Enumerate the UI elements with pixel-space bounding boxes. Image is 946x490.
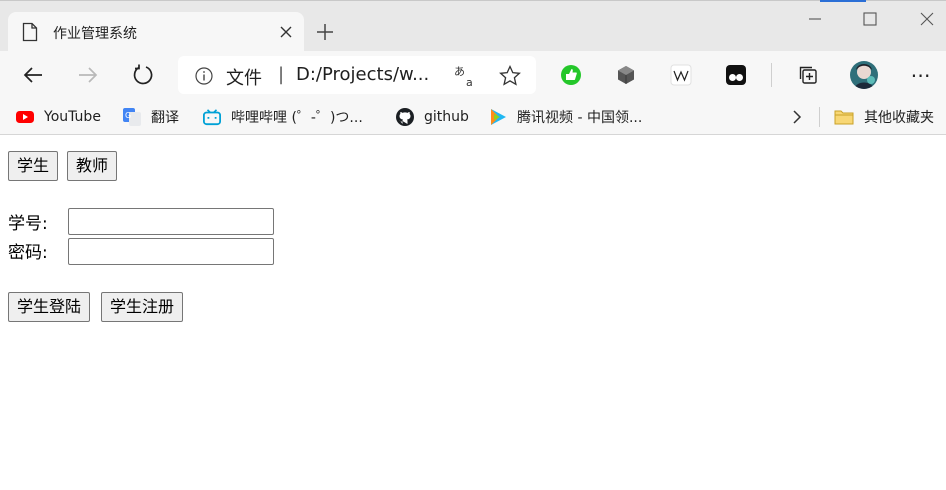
- url-text[interactable]: D:/Projects/w...: [296, 64, 436, 85]
- student-id-label: 学号:: [8, 214, 48, 234]
- bookmark-other-favorites[interactable]: 其他收藏夹: [834, 99, 934, 135]
- profile-button[interactable]: [849, 60, 879, 90]
- bookmark-tencent-video[interactable]: 腾讯视频 - 中国领...: [489, 99, 642, 135]
- bookmark-label: 翻译: [151, 110, 179, 126]
- wikipedia-icon: [670, 64, 692, 86]
- translate-icon[interactable]: あ a: [454, 64, 478, 88]
- page-icon: [22, 22, 38, 42]
- tab-strip: 作业管理系统: [0, 0, 946, 52]
- page-content: 学生 教师 学号: 密码: 学生登陆 学生注册: [0, 140, 946, 490]
- bookmark-bilibili[interactable]: 哔哩哔哩 (゜-゜)つ...: [203, 99, 363, 135]
- forward-button[interactable]: [74, 61, 102, 89]
- extension-tampermonkey[interactable]: [722, 61, 750, 89]
- password-input[interactable]: [68, 238, 274, 265]
- browser-toolbar: 文件 | D:/Projects/w... あ a ⋯: [0, 51, 946, 99]
- bookmark-translate[interactable]: G 翻译: [123, 99, 179, 135]
- folder-icon: [834, 110, 854, 125]
- refresh-icon: [133, 64, 153, 85]
- file-scheme-label: 文件: [226, 68, 262, 89]
- bookmark-label: 其他收藏夹: [864, 110, 934, 126]
- tab-title: 作业管理系统: [53, 26, 137, 42]
- settings-more-button[interactable]: ⋯: [907, 61, 935, 89]
- info-icon[interactable]: [194, 66, 214, 86]
- bookmark-github[interactable]: github: [396, 99, 469, 135]
- back-button[interactable]: [19, 61, 47, 89]
- bookmarks-overflow-button[interactable]: [789, 99, 805, 135]
- collections-button[interactable]: [794, 61, 822, 89]
- student-id-input[interactable]: [68, 208, 274, 235]
- minimize-icon[interactable]: [805, 9, 825, 29]
- bookmarks-bar: YouTube G 翻译 哔哩哔哩 (゜-゜)つ... github 腾讯视频 …: [0, 99, 946, 135]
- extension-cube[interactable]: [612, 61, 640, 89]
- google-translate-icon: G: [123, 108, 141, 126]
- bookmark-label: github: [424, 109, 469, 125]
- browser-tab-active[interactable]: 作业管理系统: [8, 12, 304, 52]
- chevron-right-icon: [793, 110, 802, 124]
- refresh-button[interactable]: [129, 61, 157, 89]
- bookmark-label: YouTube: [44, 109, 101, 125]
- password-label: 密码:: [8, 243, 48, 263]
- translate-glyph-top: あ: [454, 65, 465, 78]
- avatar: [850, 61, 878, 89]
- cube-extension-icon: [618, 66, 634, 84]
- new-tab-icon[interactable]: [314, 21, 336, 43]
- bilibili-icon: [203, 109, 221, 126]
- forward-arrow-icon: [79, 67, 98, 83]
- bookmarks-divider: [819, 107, 820, 127]
- toolbar-divider: [771, 63, 772, 87]
- bookmark-label: 哔哩哔哩 (゜-゜)つ...: [231, 110, 363, 126]
- more-dots-icon: ⋯: [910, 63, 932, 87]
- github-icon: [396, 108, 414, 126]
- extension-wikipedia[interactable]: [667, 61, 695, 89]
- collections-icon: [799, 66, 817, 84]
- bookmark-youtube[interactable]: YouTube: [16, 99, 101, 135]
- tampermonkey-icon: [726, 65, 746, 85]
- student-role-button[interactable]: 学生: [8, 151, 59, 181]
- student-register-button[interactable]: 学生注册: [101, 292, 184, 322]
- window-accent-line: [820, 0, 866, 2]
- teacher-role-button[interactable]: 教师: [67, 151, 118, 181]
- close-tab-icon[interactable]: [278, 24, 294, 40]
- thumbs-up-extension-icon: [561, 65, 581, 85]
- window-close-icon[interactable]: [917, 9, 937, 29]
- back-arrow-icon: [23, 67, 42, 83]
- translate-glyph-bottom: a: [466, 76, 473, 88]
- maximize-icon[interactable]: [860, 9, 880, 29]
- svg-text:G: G: [125, 111, 131, 120]
- address-bar[interactable]: 文件 | D:/Projects/w... あ a: [178, 56, 536, 94]
- extension-green-thumb[interactable]: [557, 61, 585, 89]
- favorite-star-icon[interactable]: [498, 64, 522, 88]
- bookmark-label: 腾讯视频 - 中国领...: [517, 110, 643, 126]
- omnibox-separator: |: [278, 64, 285, 85]
- youtube-icon: [16, 111, 34, 123]
- tencent-video-icon: [491, 109, 506, 125]
- student-login-button[interactable]: 学生登陆: [8, 292, 91, 322]
